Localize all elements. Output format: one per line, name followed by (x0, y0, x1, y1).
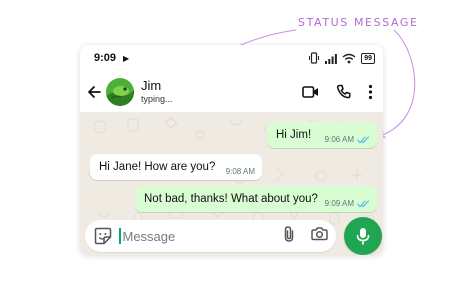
message-bubble-outgoing[interactable]: Hi Jim! 9:06 AM (267, 122, 377, 148)
composer-actions (283, 225, 328, 248)
more-options-button[interactable] (368, 84, 373, 100)
wifi-icon (342, 53, 356, 63)
message-bubble-incoming[interactable]: Hi Jane! How are you? 9:08 AM (90, 154, 262, 180)
contact-status: typing... (141, 94, 173, 104)
contact-avatar[interactable] (106, 77, 134, 106)
message-time: 9:09 AM (324, 199, 354, 208)
battery-icon: 99 (361, 52, 375, 64)
contact-name: Jim (141, 78, 162, 93)
microphone-icon (356, 228, 370, 245)
voice-message-button[interactable] (344, 217, 382, 255)
message-bubble-outgoing[interactable]: Not bad, thanks! What about you? 9:09 AM (135, 186, 377, 212)
status-time: 9:09 (94, 52, 117, 64)
message-text: Hi Jim! (276, 129, 312, 141)
phone-screen: 9:09 ▶ 99 Jim typing... Hi Jim! 9:06 AM … (80, 45, 383, 255)
lizard-avatar-image (106, 77, 134, 106)
double-check-read-icon (357, 135, 370, 143)
sticker-icon (94, 227, 112, 245)
message-time: 9:06 AM (324, 135, 354, 144)
arrow-left-icon (88, 85, 101, 98)
video-call-icon (302, 85, 318, 98)
header-actions (302, 84, 373, 100)
message-text: Hi Jane! How are you? (99, 161, 216, 173)
status-bar: 9:09 ▶ 99 (80, 45, 383, 71)
text-cursor (119, 228, 121, 244)
camera-button[interactable] (311, 226, 328, 246)
media-playing-icon: ▶ (123, 53, 130, 63)
message-meta: 9:08 AM (226, 167, 255, 176)
chat-header: Jim typing... (80, 71, 383, 113)
message-meta: 9:06 AM (325, 135, 370, 144)
message-composer (85, 220, 336, 252)
message-text: Not bad, thanks! What about you? (144, 193, 318, 205)
vibrate-icon (309, 52, 320, 64)
contact-info[interactable]: Jim typing... (141, 78, 173, 105)
paperclip-icon (284, 225, 294, 242)
status-icons: 99 (308, 52, 375, 64)
message-time: 9:08 AM (225, 167, 255, 176)
message-input[interactable] (122, 228, 243, 244)
message-meta: 9:09 AM (325, 199, 370, 208)
arrow-to-ticks (380, 29, 416, 136)
video-call-button[interactable] (302, 85, 319, 99)
camera-icon (311, 227, 328, 241)
signal-icon (325, 53, 338, 64)
status-message-annotation: STATUS MESSAGE (298, 16, 419, 29)
attach-button[interactable] (283, 225, 295, 248)
double-check-read-icon (357, 199, 370, 207)
voice-call-button[interactable] (336, 84, 351, 99)
back-button[interactable] (84, 82, 104, 102)
phone-icon (336, 84, 351, 99)
sticker-button[interactable] (93, 226, 113, 246)
more-vert-icon (368, 84, 373, 99)
